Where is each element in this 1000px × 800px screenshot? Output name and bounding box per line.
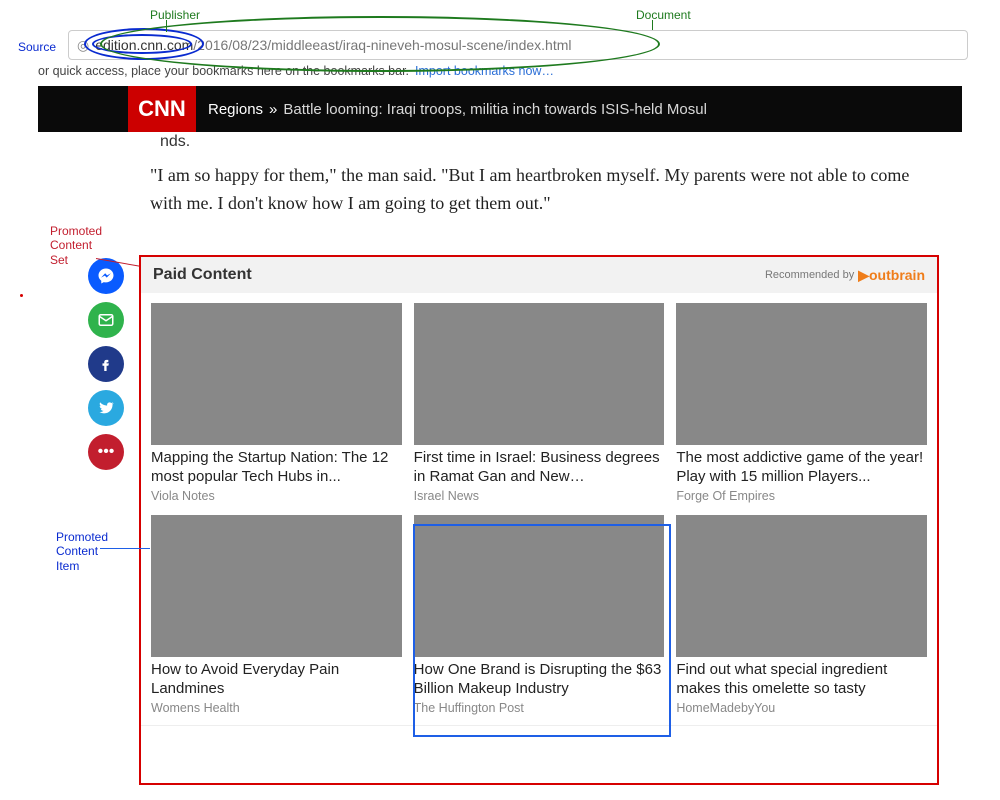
- paid-item-title: The most addictive game of the year! Pla…: [676, 449, 927, 487]
- twitter-icon[interactable]: [88, 390, 124, 426]
- cnn-logo[interactable]: CNN: [128, 86, 196, 132]
- share-column: •••: [88, 258, 124, 470]
- paid-item-title: First time in Israel: Business degrees i…: [414, 449, 665, 487]
- paid-content-box: Paid Content Recommended by ▶outbrain Ma…: [140, 256, 938, 726]
- top-nav: CNN Regions » Battle looming: Iraqi troo…: [38, 86, 962, 132]
- annotation-document-label: Document: [636, 8, 691, 22]
- fragment-text: nds.: [160, 133, 190, 151]
- stray-dot: [20, 294, 23, 297]
- annotation-document-oval: [100, 16, 660, 72]
- paid-item-3[interactable]: How to Avoid Everyday Pain Landmines Wom…: [151, 515, 402, 715]
- nav-separator: »: [269, 101, 277, 118]
- paid-item-source: The Huffington Post: [414, 701, 665, 715]
- paid-item-title: How One Brand is Disrupting the $63 Bill…: [414, 661, 665, 699]
- more-icon[interactable]: •••: [88, 434, 124, 470]
- facebook-icon[interactable]: [88, 346, 124, 382]
- annotation-source-label: Source: [18, 40, 56, 54]
- email-icon[interactable]: [88, 302, 124, 338]
- annotation-document-line: [652, 20, 653, 30]
- paid-item-thumb: [151, 515, 402, 657]
- paid-item-source: Viola Notes: [151, 489, 402, 503]
- paid-item-4[interactable]: How One Brand is Disrupting the $63 Bill…: [414, 515, 665, 715]
- paid-item-0[interactable]: Mapping the Startup Nation: The 12 most …: [151, 303, 402, 503]
- paid-content-title: Paid Content: [153, 266, 252, 284]
- paid-content-grid: Mapping the Startup Nation: The 12 most …: [141, 293, 937, 725]
- paid-item-thumb: [676, 303, 927, 445]
- outbrain-logo: ▶outbrain: [858, 267, 925, 284]
- nav-headline[interactable]: Battle looming: Iraqi troops, militia in…: [283, 101, 707, 118]
- annotation-promoted-item-line: [100, 548, 150, 549]
- paid-item-source: HomeMadebyYou: [676, 701, 927, 715]
- paid-item-thumb: [676, 515, 927, 657]
- paid-item-title: Mapping the Startup Nation: The 12 most …: [151, 449, 402, 487]
- paid-item-thumb: [414, 303, 665, 445]
- paid-item-title: Find out what special ingredient makes t…: [676, 661, 927, 699]
- paid-item-source: Israel News: [414, 489, 665, 503]
- article-quote: "I am so happy for them," the man said. …: [150, 162, 940, 218]
- nav-regions[interactable]: Regions: [208, 101, 263, 118]
- annotation-promoted-item-label: Promoted Content Item: [56, 530, 108, 573]
- paid-item-thumb: [151, 303, 402, 445]
- paid-item-thumb: [414, 515, 665, 657]
- paid-item-title: How to Avoid Everyday Pain Landmines: [151, 661, 402, 699]
- paid-item-1[interactable]: First time in Israel: Business degrees i…: [414, 303, 665, 503]
- paid-item-5[interactable]: Find out what special ingredient makes t…: [676, 515, 927, 715]
- annotation-publisher-line: [166, 20, 167, 32]
- paid-item-source: Womens Health: [151, 701, 402, 715]
- paid-content-header: Paid Content Recommended by ▶outbrain: [141, 257, 937, 293]
- recommended-by-label: Recommended by: [765, 269, 854, 281]
- paid-item-2[interactable]: The most addictive game of the year! Pla…: [676, 303, 927, 503]
- annotation-promoted-set-label: Promoted Content Set: [50, 224, 102, 267]
- recommended-by[interactable]: Recommended by ▶outbrain: [765, 267, 925, 284]
- annotation-publisher-label: Publisher: [150, 8, 200, 22]
- paid-item-source: Forge Of Empires: [676, 489, 927, 503]
